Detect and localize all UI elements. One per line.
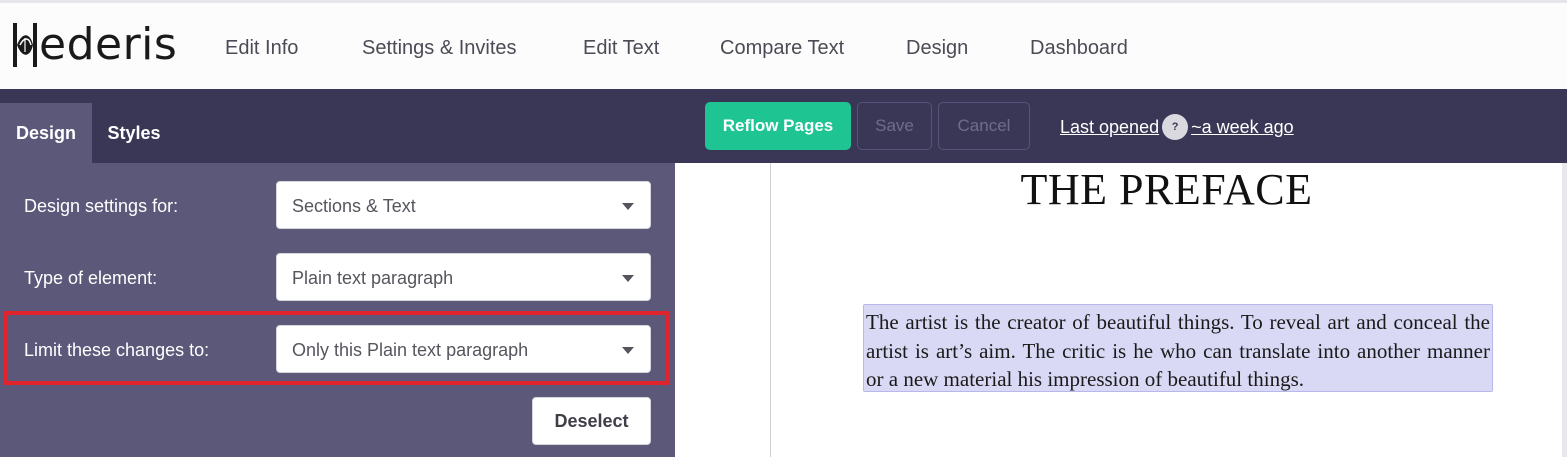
nav-design[interactable]: Design <box>906 37 968 60</box>
select-value: Plain text paragraph <box>292 268 454 288</box>
paragraph-text: The artist is the creator of beautiful t… <box>866 310 1490 391</box>
select-value: Sections & Text <box>292 196 416 216</box>
chevron-down-icon <box>622 275 634 282</box>
nav-dashboard[interactable]: Dashboard <box>1030 37 1128 60</box>
tab-design[interactable]: Design <box>0 103 92 163</box>
save-button[interactable]: Save <box>857 102 932 150</box>
leaf-h-logo-icon <box>13 23 37 67</box>
scrollbar-track[interactable] <box>1562 163 1567 457</box>
nav-compare-text[interactable]: Compare Text <box>720 37 844 60</box>
selected-paragraph[interactable]: The artist is the creator of beautiful t… <box>863 304 1493 392</box>
logo-text: ederis <box>39 19 178 70</box>
nav-settings-invites[interactable]: Settings & Invites <box>362 37 517 60</box>
last-opened-value[interactable]: ~a week ago <box>1191 117 1294 138</box>
reflow-pages-button[interactable]: Reflow Pages <box>705 102 851 150</box>
type-of-element-select[interactable]: Plain text paragraph <box>276 253 651 301</box>
deselect-button[interactable]: Deselect <box>532 397 651 445</box>
limit-changes-label: Limit these changes to: <box>24 340 210 360</box>
type-of-element-label: Type of element: <box>24 268 158 288</box>
top-nav-bar: ederis Edit Info Settings & Invites Edit… <box>0 0 1567 89</box>
design-settings-for-label: Design settings for: <box>24 196 179 216</box>
editor-toolbar: Design Styles Reflow Pages Save Cancel L… <box>0 89 1567 163</box>
help-icon[interactable]: ? <box>1162 114 1189 140</box>
nav-edit-info[interactable]: Edit Info <box>225 37 298 60</box>
tab-styles[interactable]: Styles <box>92 103 176 163</box>
limit-changes-select[interactable]: Only this Plain text paragraph <box>276 325 651 373</box>
chevron-down-icon <box>622 203 634 210</box>
nav-edit-text[interactable]: Edit Text <box>583 37 659 60</box>
chevron-down-icon <box>622 347 634 354</box>
logo[interactable]: ederis <box>10 17 177 73</box>
page-heading: THE PREFACE <box>1020 165 1313 214</box>
last-opened-label[interactable]: Last opened <box>1060 117 1159 138</box>
last-opened-info: Last opened ? ~a week ago <box>1060 113 1294 141</box>
select-value: Only this Plain text paragraph <box>292 340 529 360</box>
cancel-button[interactable]: Cancel <box>938 102 1030 150</box>
design-settings-panel: Design settings for: Sections & Text Typ… <box>0 163 675 457</box>
design-settings-for-select[interactable]: Sections & Text <box>276 181 651 229</box>
